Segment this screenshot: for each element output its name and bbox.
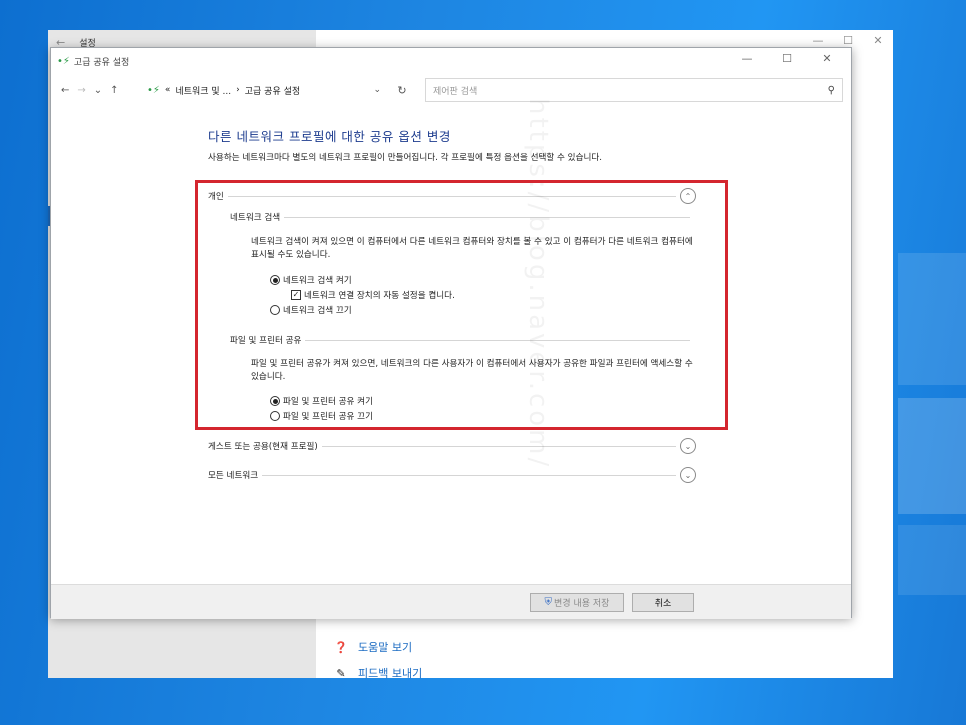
desktop-wallpaper-panel (898, 253, 966, 385)
breadcrumb-advanced-sharing[interactable]: 고급 공유 설정 (245, 84, 300, 97)
divider (305, 339, 690, 341)
sharing-off-radio[interactable] (270, 411, 280, 421)
auto-setup-label: 네트워크 연결 장치의 자동 설정을 켭니다. (304, 291, 455, 301)
maximize-icon[interactable]: ☐ (833, 34, 863, 47)
forward-arrow-icon[interactable]: → (77, 85, 85, 96)
feedback-icon: ✎ (336, 666, 346, 680)
private-profile-header[interactable]: 개인 ⌃ (208, 188, 696, 204)
settings-window-controls: — ☐ ✕ (803, 34, 893, 47)
advanced-sharing-window: •⚡ 고급 공유 설정 — ☐ ✕ ← → ⌄ ↑ •⚡ « 네트워크 및 ..… (50, 47, 852, 619)
all-networks-label: 모든 네트워크 (208, 471, 259, 481)
divider (321, 445, 676, 447)
network-discovery-off-option[interactable]: 네트워크 검색 끄기 (270, 304, 352, 316)
cancel-button[interactable]: 취소 (632, 593, 694, 612)
refresh-icon[interactable]: ↻ (389, 84, 415, 97)
sharing-off-option[interactable]: 파일 및 프린터 공유 끄기 (270, 410, 373, 422)
close-icon[interactable]: ✕ (807, 52, 847, 65)
address-bar[interactable]: •⚡ « 네트워크 및 ... › 고급 공유 설정 ⌄ (143, 79, 389, 101)
get-help-label: 도움말 보기 (358, 641, 413, 654)
network-discovery-on-label: 네트워크 검색 켜기 (283, 276, 352, 286)
guest-profile-label: 게스트 또는 공용(현재 프로필) (208, 442, 318, 452)
network-discovery-header: 네트워크 검색 (230, 211, 694, 223)
page-description: 사용하는 네트워크마다 별도의 네트워크 프로필이 만들어집니다. 각 프로필에… (208, 153, 603, 163)
network-app-icon: •⚡ (57, 55, 70, 67)
save-changes-button[interactable]: ⛨ 변경 내용 저장 (530, 593, 624, 612)
send-feedback-link[interactable]: ✎ 피드백 보내기 (334, 660, 422, 686)
page-title: 다른 네트워크 프로필에 대한 공유 옵션 변경 (208, 129, 451, 144)
collapse-chevron-up-icon[interactable]: ⌃ (680, 188, 696, 204)
sharing-on-label: 파일 및 프린터 공유 켜기 (283, 397, 373, 407)
network-discovery-off-radio[interactable] (270, 305, 280, 315)
close-icon[interactable]: ✕ (863, 34, 893, 47)
minimize-icon[interactable]: — (727, 52, 767, 65)
watermark: https://blog.naver.com/ (523, 98, 553, 470)
content-header: 다른 네트워크 프로필에 대한 공유 옵션 변경 사용하는 네트워크마다 별도의… (208, 126, 708, 164)
breadcrumb-network[interactable]: 네트워크 및 ... (175, 84, 231, 97)
breadcrumb-separator-icon[interactable]: › (236, 85, 240, 95)
network-discovery-on-option[interactable]: 네트워크 검색 켜기 (270, 274, 352, 286)
footer-bar: ⛨ 변경 내용 저장 취소 (51, 584, 851, 619)
network-discovery-off-label: 네트워크 검색 끄기 (283, 306, 352, 316)
expand-chevron-down-icon[interactable]: ⌄ (680, 467, 696, 483)
search-icon[interactable]: ⚲ (828, 85, 835, 96)
sharing-off-label: 파일 및 프린터 공유 끄기 (283, 412, 373, 422)
expand-chevron-down-icon[interactable]: ⌄ (680, 438, 696, 454)
divider (262, 474, 676, 476)
send-feedback-label: 피드백 보내기 (358, 667, 423, 680)
address-prefix: « (164, 85, 171, 95)
address-row: ← → ⌄ ↑ •⚡ « 네트워크 및 ... › 고급 공유 설정 ⌄ ↻ 제… (51, 78, 851, 102)
file-printer-sharing-header: 파일 및 프린터 공유 (230, 334, 694, 346)
network-discovery-on-radio[interactable] (270, 275, 280, 285)
help-icon: ❓ (334, 640, 348, 654)
search-input[interactable]: 제어판 검색 ⚲ (425, 78, 843, 102)
auto-setup-option[interactable]: ✓ 네트워크 연결 장치의 자동 설정을 켭니다. (291, 289, 455, 301)
file-printer-sharing-heading: 파일 및 프린터 공유 (230, 336, 302, 346)
guest-profile-header[interactable]: 게스트 또는 공용(현재 프로필) ⌄ (208, 438, 696, 454)
back-arrow-icon[interactable]: ← (61, 85, 69, 96)
file-printer-sharing-description: 파일 및 프린터 공유가 켜져 있으면, 네트워크의 다른 사용자가 이 컴퓨터… (251, 359, 693, 382)
chevron-down-icon[interactable]: ⌄ (373, 85, 381, 95)
sharing-on-radio[interactable] (270, 396, 280, 406)
help-links: ❓ 도움말 보기 ✎ 피드백 보내기 (334, 634, 422, 686)
window-controls: — ☐ ✕ (727, 52, 847, 65)
auto-setup-checkbox[interactable]: ✓ (291, 290, 301, 300)
all-networks-header[interactable]: 모든 네트워크 ⌄ (208, 467, 696, 483)
desktop-wallpaper-panel (898, 525, 966, 595)
save-changes-label: 변경 내용 저장 (554, 599, 610, 609)
window-title: 고급 공유 설정 (73, 57, 130, 68)
maximize-icon[interactable]: ☐ (767, 52, 807, 65)
private-profile-label: 개인 (208, 192, 224, 202)
network-discovery-description: 네트워크 검색이 켜져 있으면 이 컴퓨터에서 다른 네트워크 컴퓨터와 장치를… (251, 237, 693, 260)
get-help-link[interactable]: ❓ 도움말 보기 (334, 634, 422, 660)
recent-locations-icon[interactable]: ⌄ (94, 85, 102, 96)
divider (284, 216, 690, 218)
shield-icon: ⛨ (544, 597, 553, 608)
divider (227, 195, 676, 197)
network-app-icon: •⚡ (147, 84, 160, 96)
minimize-icon[interactable]: — (803, 34, 833, 47)
network-discovery-heading: 네트워크 검색 (230, 213, 281, 223)
sharing-on-option[interactable]: 파일 및 프린터 공유 켜기 (270, 395, 373, 407)
navigation-buttons: ← → ⌄ ↑ (51, 85, 143, 96)
desktop-wallpaper-panel (898, 398, 966, 514)
up-arrow-icon[interactable]: ↑ (110, 85, 118, 96)
search-placeholder: 제어판 검색 (433, 86, 478, 97)
